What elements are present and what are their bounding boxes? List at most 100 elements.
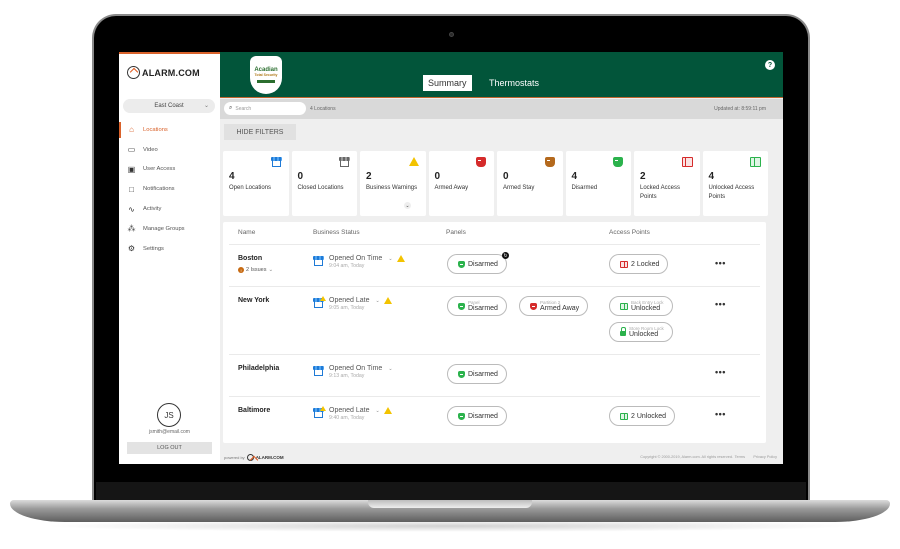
dealer-logo[interactable]: Acadian Total Security bbox=[250, 56, 282, 94]
access-point-pill[interactable]: Back Entry Lock Unlocked bbox=[609, 296, 673, 316]
store-open-icon bbox=[270, 157, 282, 167]
column-header-panels[interactable]: Panels bbox=[446, 229, 466, 236]
more-options-button[interactable]: ••• bbox=[715, 409, 726, 419]
card-closed-locations[interactable]: 0 Closed Locations bbox=[291, 151, 357, 216]
sidebar: ALARM.COM East Coast ⌄ ⌂ Locations ▭ Vid… bbox=[119, 52, 220, 464]
privacy-policy-link[interactable]: Privacy Policy bbox=[753, 455, 777, 459]
sidebar-item-video[interactable]: ▭ Video bbox=[119, 140, 220, 160]
card-locked-access-points[interactable]: 2 Locked Access Points bbox=[634, 151, 700, 216]
shield-armed-stay-icon bbox=[544, 157, 555, 167]
powered-brand: ALARM.COM bbox=[255, 455, 284, 460]
sidebar-item-label: Video bbox=[143, 146, 158, 153]
card-disarmed[interactable]: 4 Disarmed bbox=[565, 151, 631, 216]
sidebar-item-label: Activity bbox=[143, 206, 162, 213]
row-divider bbox=[229, 244, 760, 245]
sidebar-item-locations[interactable]: ⌂ Locations bbox=[119, 120, 220, 140]
hide-filters-button[interactable]: HIDE FILTERS bbox=[224, 124, 296, 140]
sidebar-item-notifications[interactable]: □ Notifications bbox=[119, 179, 220, 199]
card-business-warnings[interactable]: 2 Business Warnings ⌄ bbox=[360, 151, 426, 216]
sidebar-item-settings[interactable]: ⚙ Settings bbox=[119, 239, 220, 259]
sidebar-item-label: Settings bbox=[143, 245, 164, 252]
app-footer: powered by ALARM.COM Copyright © 2000-20… bbox=[220, 450, 783, 464]
help-icon[interactable]: ? bbox=[765, 60, 775, 70]
sidebar-item-user-access[interactable]: ▣ User Access bbox=[119, 160, 220, 180]
card-label: Open Locations bbox=[229, 185, 272, 191]
door-unlocked-icon bbox=[620, 412, 628, 420]
card-label: Unlocked Access Points bbox=[708, 185, 755, 200]
locations-table: Name Business Status Panels Access Point… bbox=[223, 222, 766, 443]
column-header-name[interactable]: Name bbox=[238, 229, 255, 236]
tab-summary[interactable]: Summary bbox=[423, 75, 472, 91]
door-locked-icon bbox=[620, 260, 628, 268]
access-point-status: 2 Locked bbox=[631, 260, 660, 268]
padlock-unlocked-icon bbox=[620, 327, 626, 336]
status-text: Opened Late bbox=[329, 407, 370, 414]
logout-button[interactable]: LOG OUT bbox=[127, 442, 212, 454]
access-point-pill[interactable]: 2 Unlocked bbox=[609, 406, 676, 426]
alarm-com-logo[interactable]: ALARM.COM bbox=[127, 66, 200, 79]
status-text: Opened On Time bbox=[329, 255, 383, 262]
chevron-down-icon[interactable]: ⌄ bbox=[388, 366, 392, 372]
search-icon: ⌕ bbox=[229, 105, 233, 111]
sidebar-item-manage-groups[interactable]: ⁂ Manage Groups bbox=[119, 219, 220, 239]
region-select[interactable]: East Coast ⌄ bbox=[123, 99, 215, 113]
panel-status-pill[interactable]: Disarmed bbox=[447, 364, 507, 384]
partition-status-pill[interactable]: Partition 2 Armed Away bbox=[519, 296, 589, 316]
laptop-frame: ALARM.COM East Coast ⌄ ⌂ Locations ▭ Vid… bbox=[0, 0, 900, 549]
card-label: Armed Stay bbox=[503, 185, 535, 191]
location-name[interactable]: New York bbox=[238, 297, 269, 304]
gear-icon: ⚙ bbox=[127, 244, 136, 254]
card-armed-away[interactable]: 0 Armed Away bbox=[428, 151, 494, 216]
shield-armed-away-icon bbox=[530, 302, 537, 310]
column-header-business-status[interactable]: Business Status bbox=[313, 229, 360, 236]
location-name[interactable]: Boston bbox=[238, 255, 262, 262]
panel-status-pill[interactable]: Disarmed bbox=[447, 406, 507, 426]
issues-toggle[interactable]: ! 2 Issues ⌄ bbox=[238, 267, 273, 273]
access-point-pill[interactable]: 2 Locked bbox=[609, 254, 669, 274]
more-options-button[interactable]: ••• bbox=[715, 258, 726, 268]
shield-armed-away-icon bbox=[476, 157, 486, 167]
partition-status: Armed Away bbox=[540, 305, 580, 312]
card-label: Business Warnings bbox=[366, 185, 418, 191]
avatar[interactable]: JS bbox=[157, 403, 181, 427]
card-value: 4 bbox=[708, 171, 715, 182]
search-input[interactable]: ⌕ Search bbox=[224, 102, 306, 115]
id-badge-icon: ▣ bbox=[127, 164, 136, 174]
terms-link[interactable]: Terms bbox=[735, 455, 745, 459]
location-name[interactable]: Philadelphia bbox=[238, 365, 279, 372]
warning-icon bbox=[408, 157, 419, 167]
powered-by: powered by ALARM.COM bbox=[224, 454, 284, 461]
location-name[interactable]: Baltimore bbox=[238, 407, 270, 414]
warning-icon bbox=[383, 407, 392, 414]
chevron-down-icon[interactable]: ⌄ bbox=[375, 298, 379, 304]
status-text: Opened Late bbox=[329, 297, 370, 304]
card-open-locations[interactable]: 4 Open Locations bbox=[223, 151, 289, 216]
sidebar-item-label: Manage Groups bbox=[143, 225, 185, 232]
card-value: 2 bbox=[366, 171, 372, 182]
column-header-access-points[interactable]: Access Points bbox=[609, 229, 650, 236]
laptop-notch bbox=[368, 500, 532, 508]
chevron-down-icon[interactable]: ⌄ bbox=[375, 408, 379, 414]
access-point-pill[interactable]: Store Room Lock Unlocked bbox=[609, 322, 673, 342]
sidebar-item-label: Locations bbox=[143, 126, 168, 133]
more-options-button[interactable]: ••• bbox=[715, 367, 726, 377]
more-options-button[interactable]: ••• bbox=[715, 299, 726, 309]
sidebar-nav: ⌂ Locations ▭ Video ▣ User Access □ Noti… bbox=[119, 120, 220, 259]
expand-chevron-icon[interactable]: ⌄ bbox=[404, 202, 411, 209]
card-armed-stay[interactable]: 0 Armed Stay bbox=[497, 151, 563, 216]
chevron-down-icon: ⌄ bbox=[203, 103, 209, 109]
panel-status-pill[interactable]: Disarmed ↻ bbox=[447, 252, 509, 274]
row-divider bbox=[229, 286, 760, 287]
chevron-down-icon[interactable]: ⌄ bbox=[388, 256, 392, 262]
card-label: Armed Away bbox=[434, 185, 469, 191]
card-unlocked-access-points[interactable]: 4 Unlocked Access Points bbox=[702, 151, 768, 216]
issue-icon: ! bbox=[238, 267, 244, 273]
sidebar-item-activity[interactable]: ∿ Activity bbox=[119, 199, 220, 219]
card-value: 4 bbox=[571, 171, 578, 182]
access-point-status: 2 Unlocked bbox=[631, 412, 667, 420]
tab-thermostats[interactable]: Thermostats bbox=[484, 75, 544, 91]
panel-status: Disarmed bbox=[468, 305, 498, 312]
panel-status-pill[interactable]: Panel Disarmed bbox=[447, 296, 507, 316]
sidebar-item-label: Notifications bbox=[143, 186, 175, 193]
door-unlocked-icon bbox=[750, 157, 761, 167]
